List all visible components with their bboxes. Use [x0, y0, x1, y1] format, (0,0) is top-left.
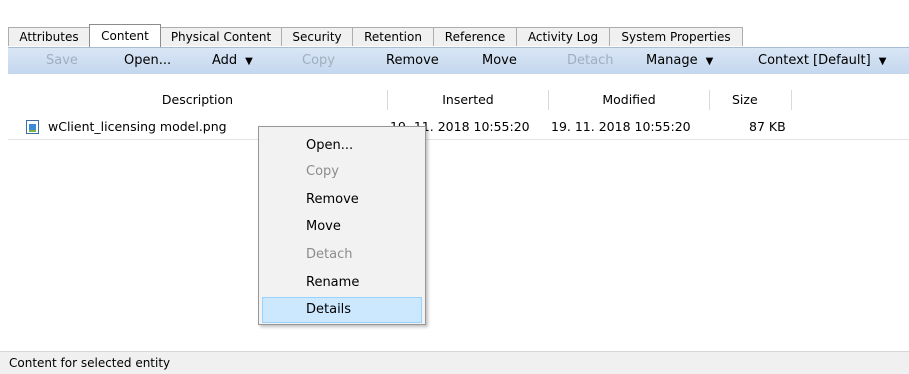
table-header: Description Inserted Modified Size	[8, 88, 909, 112]
status-text: Content for selected entity	[9, 356, 171, 370]
tab-attributes[interactable]: Attributes	[8, 27, 90, 46]
menu-item-remove[interactable]: Remove	[262, 187, 422, 213]
cell-description: wClient_licensing model.png	[48, 119, 227, 134]
chevron-down-icon: ▼	[705, 56, 714, 67]
context-button[interactable]: Context [Default] ▼	[758, 48, 886, 74]
tab-strip: Attributes Content Physical Content Secu…	[0, 0, 909, 47]
context-label: Context [Default]	[758, 53, 871, 68]
tab-retention[interactable]: Retention	[352, 27, 434, 46]
menu-item-move[interactable]: Move	[262, 214, 422, 240]
menu-item-detach[interactable]: Detach	[262, 242, 422, 268]
manage-label: Manage	[646, 53, 698, 68]
status-bar: Content for selected entity	[0, 351, 909, 374]
open-button[interactable]: Open...	[124, 48, 171, 74]
add-button[interactable]: Add ▼	[212, 48, 253, 74]
chevron-down-icon: ▼	[878, 56, 887, 67]
column-divider[interactable]	[791, 90, 792, 110]
manage-button[interactable]: Manage ▼	[646, 48, 713, 74]
context-menu: Open... Copy Remove Move Detach Rename D…	[258, 126, 426, 325]
column-header-size[interactable]: Size	[710, 88, 790, 112]
tab-content[interactable]: Content	[89, 24, 161, 47]
save-button[interactable]: Save	[46, 48, 78, 74]
menu-item-copy[interactable]: Copy	[262, 159, 422, 185]
tab-reference[interactable]: Reference	[433, 27, 517, 46]
tab-activity-log[interactable]: Activity Log	[516, 27, 610, 46]
detach-button[interactable]: Detach	[567, 48, 613, 74]
menu-item-details[interactable]: Details	[262, 297, 422, 323]
tab-security[interactable]: Security	[281, 27, 353, 46]
cell-modified: 19. 11. 2018 10:55:20	[551, 119, 691, 134]
image-file-icon	[26, 120, 39, 134]
menu-item-rename[interactable]: Rename	[262, 270, 422, 296]
chevron-down-icon: ▼	[245, 56, 253, 67]
column-header-inserted[interactable]: Inserted	[388, 88, 548, 112]
cell-size: 87 KB	[749, 119, 786, 134]
add-label: Add	[212, 53, 238, 68]
tab-system-properties[interactable]: System Properties	[609, 27, 743, 46]
tab-physical-content[interactable]: Physical Content	[160, 27, 282, 46]
table-row[interactable]: wClient_licensing model.png 19. 11. 2018…	[8, 114, 909, 140]
copy-button[interactable]: Copy	[302, 48, 335, 74]
column-header-modified[interactable]: Modified	[549, 88, 709, 112]
column-header-description[interactable]: Description	[8, 88, 387, 112]
move-button[interactable]: Move	[482, 48, 517, 74]
menu-item-open[interactable]: Open...	[262, 133, 422, 159]
content-toolbar: Save Open... Add ▼ Copy Remove Move Detac…	[8, 47, 909, 74]
remove-button[interactable]: Remove	[386, 48, 439, 74]
